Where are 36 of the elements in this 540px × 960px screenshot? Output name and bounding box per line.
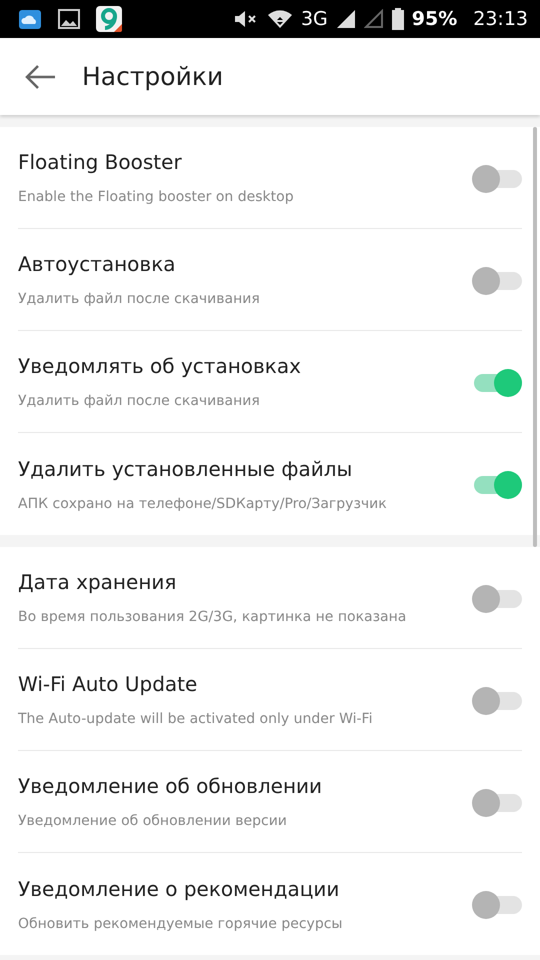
toggle-switch[interactable] (472, 584, 522, 610)
setting-description: Удалить файл после скачивания (18, 392, 261, 411)
image-icon (58, 9, 80, 29)
clock: 23:13 (473, 6, 528, 32)
setting-description: Во время пользования 2G/3G, картинка не показана (18, 608, 406, 627)
app-icon (96, 6, 122, 32)
setting-title: Уведомлять об установках (18, 353, 301, 380)
setting-title: Дата хранения (18, 569, 178, 596)
toggle-switch[interactable] (472, 788, 522, 814)
toggle-switch[interactable] (472, 686, 522, 712)
setting-description: Удалить файл после скачивания (18, 290, 260, 309)
network-type: 3G (300, 6, 328, 32)
toggle-switch[interactable] (472, 164, 522, 190)
screen-title: Настройки (82, 60, 224, 93)
toggle-switch[interactable] (472, 891, 522, 917)
setting-description: Enable the Floating booster on desktop (18, 188, 294, 207)
toggle-switch[interactable] (472, 471, 522, 497)
setting-title: Wi-Fi Auto Update (18, 671, 198, 698)
setting-description: Обновить рекомендуемые горячие ресурсы (18, 914, 342, 934)
setting-description: The Auto-update will be activated only under Wi-Fi (18, 710, 372, 729)
setting-description: АПК сохрано на телефоне/SDКарту/Pro/Загрузчик (18, 494, 387, 514)
setting-title: Уведомление об обновлении (18, 773, 322, 800)
toggle-switch[interactable] (472, 266, 522, 292)
setting-title: Автоустановка (18, 251, 177, 278)
setting-description: Уведомление об обновлении версии (18, 812, 288, 831)
signal-icon (364, 9, 384, 29)
wifi-icon (266, 9, 293, 29)
battery-icon (392, 8, 404, 30)
setting-title: Уведомление о рекомендации (18, 876, 340, 902)
setting-title: Удалить установленные файлы (18, 456, 354, 482)
toggle-switch[interactable] (472, 368, 522, 394)
signal-icon (336, 9, 356, 29)
setting-title: Floating Booster (18, 149, 183, 176)
battery-percent: 95% (412, 6, 458, 32)
cloud-folder-icon (18, 8, 42, 30)
back-button[interactable] (24, 64, 56, 90)
